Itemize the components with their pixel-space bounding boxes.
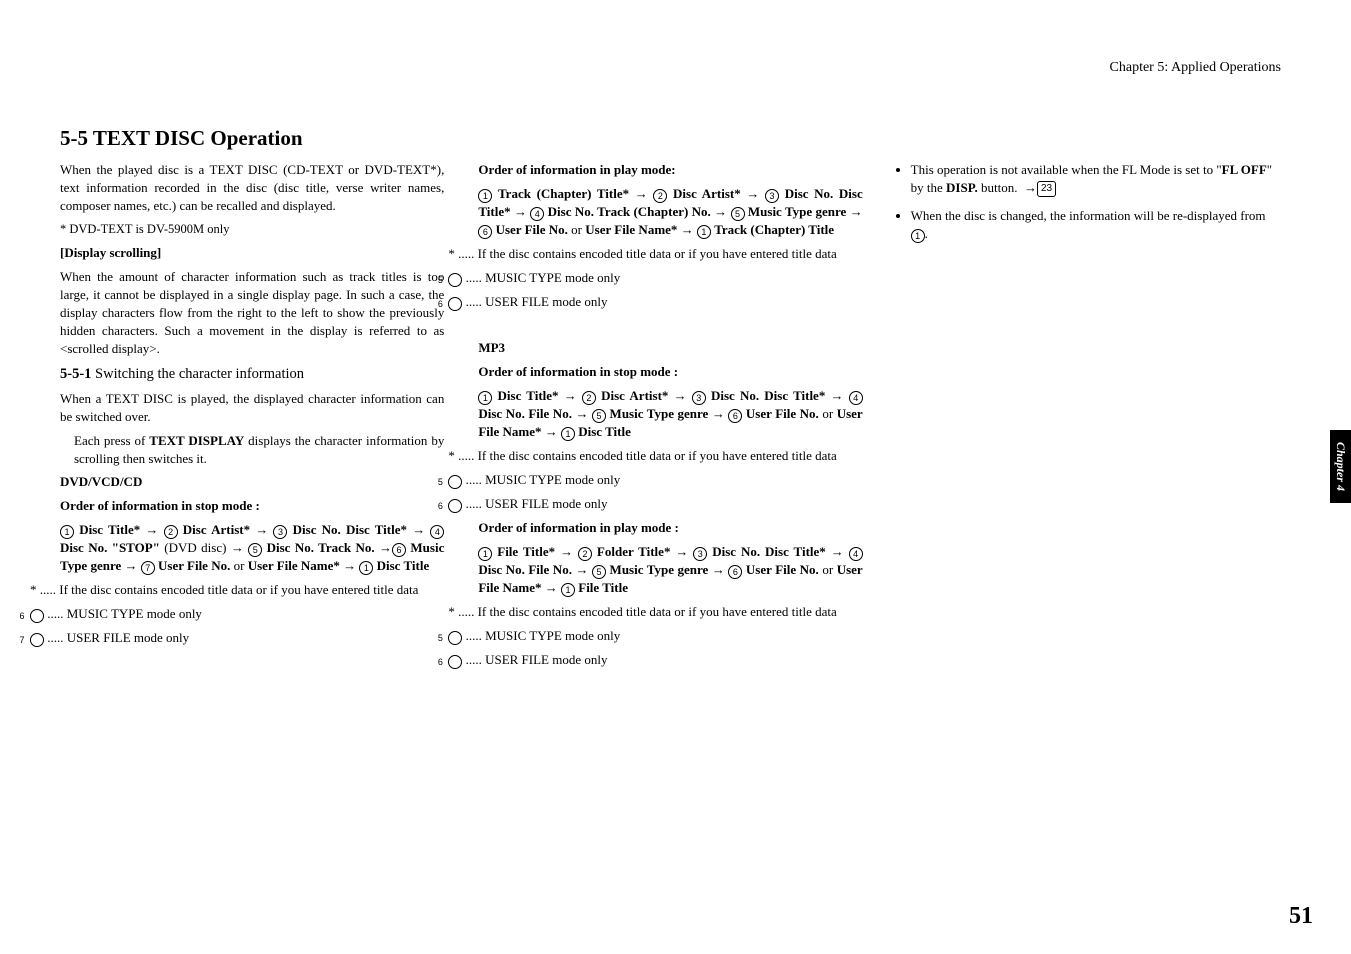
paragraph: When the amount of character information… <box>60 268 444 358</box>
note-star: * ..... If the disc contains encoded tit… <box>60 581 444 599</box>
order-heading: Order of information in play mode: <box>478 161 862 179</box>
circled-number-icon: 1 <box>561 583 575 597</box>
circled-number-icon: 3 <box>273 525 287 539</box>
circled-number-icon: 2 <box>578 547 592 561</box>
circled-number-icon: 5 <box>448 631 462 645</box>
column-2: Order of information in play mode: 1 Tra… <box>478 161 862 675</box>
chapter-header: Chapter 5: Applied Operations <box>60 60 1281 76</box>
circled-number-icon: 1 <box>697 225 711 239</box>
circled-number-icon: 1 <box>478 547 492 561</box>
column-3: This operation is not available when the… <box>897 161 1281 675</box>
sequence: 1 Disc Title* → 2 Disc Artist* → 3 Disc … <box>478 387 862 441</box>
circled-number-icon: 2 <box>164 525 178 539</box>
circled-number-icon: 6 <box>30 609 44 623</box>
circled-number-icon: 7 <box>30 633 44 647</box>
circled-number-icon: 5 <box>248 543 262 557</box>
bullet-item: This operation is not available when the… <box>911 161 1281 197</box>
page-ref-icon: 23 <box>1037 181 1056 197</box>
column-1: When the played disc is a TEXT DISC (CD-… <box>60 161 444 675</box>
section-title: 5-5 TEXT DISC Operation <box>60 126 1281 151</box>
circled-number-icon: 2 <box>653 189 667 203</box>
circled-number-icon: 6 <box>728 409 742 423</box>
circled-number-icon: 6 <box>728 565 742 579</box>
circled-number-icon: 5 <box>448 273 462 287</box>
footnote: * DVD-TEXT is DV-5900M only <box>60 221 444 238</box>
note: 7 ..... USER FILE mode only <box>60 629 444 647</box>
paragraph: When the played disc is a TEXT DISC (CD-… <box>60 161 444 215</box>
sequence: 1 Track (Chapter) Title* → 2 Disc Artist… <box>478 185 862 239</box>
note: 6 ..... USER FILE mode only <box>478 651 862 669</box>
subsection-number: 5-5-1 <box>60 366 91 382</box>
circled-number-icon: 6 <box>478 225 492 239</box>
circled-number-icon: 1 <box>478 391 492 405</box>
paragraph: When a TEXT DISC is played, the displaye… <box>60 390 444 426</box>
circled-number-icon: 3 <box>765 189 779 203</box>
side-tab: Chapter 4 <box>1330 430 1351 503</box>
media-heading: MP3 <box>478 339 862 357</box>
note-star: * ..... If the disc contains encoded tit… <box>478 245 862 263</box>
arrow-icon: → <box>1024 180 1037 195</box>
subheading: [Display scrolling] <box>60 244 444 262</box>
circled-number-icon: 7 <box>141 561 155 575</box>
circled-number-icon: 6 <box>448 499 462 513</box>
note: 6 ..... MUSIC TYPE mode only <box>60 605 444 623</box>
circled-number-icon: 4 <box>849 547 863 561</box>
note: 6 ..... USER FILE mode only <box>478 293 862 311</box>
circled-number-icon: 1 <box>561 427 575 441</box>
note: 6 ..... USER FILE mode only <box>478 495 862 513</box>
note: 5 ..... MUSIC TYPE mode only <box>478 269 862 287</box>
circled-number-icon: 6 <box>392 543 406 557</box>
paragraph: Each press of TEXT DISPLAY displays the … <box>74 432 444 468</box>
order-heading: Order of information in stop mode : <box>60 497 444 515</box>
subsection-title: 5-5-1 Switching the character informatio… <box>60 364 444 384</box>
circled-number-icon: 1 <box>911 229 925 243</box>
page-number: 51 <box>1289 903 1313 930</box>
circled-number-icon: 2 <box>582 391 596 405</box>
circled-number-icon: 4 <box>849 391 863 405</box>
circled-number-icon: 5 <box>592 409 606 423</box>
note: 5 ..... MUSIC TYPE mode only <box>478 627 862 645</box>
circled-number-icon: 4 <box>430 525 444 539</box>
sequence: 1 File Title* → 2 Folder Title* → 3 Disc… <box>478 543 862 597</box>
sequence: 1 Disc Title* → 2 Disc Artist* → 3 Disc … <box>60 521 444 575</box>
circled-number-icon: 5 <box>448 475 462 489</box>
circled-number-icon: 3 <box>692 391 706 405</box>
media-heading: DVD/VCD/CD <box>60 473 444 491</box>
circled-number-icon: 5 <box>592 565 606 579</box>
order-heading: Order of information in play mode : <box>478 519 862 537</box>
subsection-text: Switching the character information <box>91 366 304 382</box>
circled-number-icon: 1 <box>478 189 492 203</box>
bullet-item: When the disc is changed, the informatio… <box>911 207 1281 243</box>
circled-number-icon: 6 <box>448 297 462 311</box>
circled-number-icon: 6 <box>448 655 462 669</box>
order-heading: Order of information in stop mode : <box>478 363 862 381</box>
note-star: * ..... If the disc contains encoded tit… <box>478 603 862 621</box>
circled-number-icon: 1 <box>60 525 74 539</box>
circled-number-icon: 5 <box>731 207 745 221</box>
circled-number-icon: 4 <box>530 207 544 221</box>
note-star: * ..... If the disc contains encoded tit… <box>478 447 862 465</box>
circled-number-icon: 1 <box>359 561 373 575</box>
circled-number-icon: 3 <box>693 547 707 561</box>
note: 5 ..... MUSIC TYPE mode only <box>478 471 862 489</box>
